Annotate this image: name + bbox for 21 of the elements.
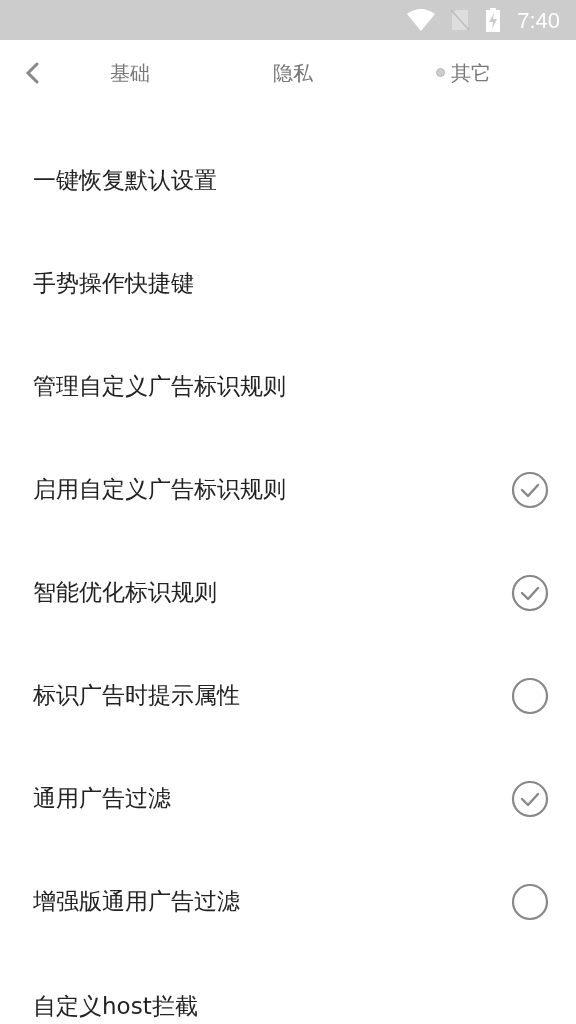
setting-label[interactable]: 增强版通用广告过滤 <box>33 884 240 919</box>
setting-label[interactable]: 标识广告时提示属性 <box>33 678 240 713</box>
setting-label[interactable]: 管理自定义广告标识规则 <box>33 369 286 404</box>
setting-label[interactable]: 通用广告过滤 <box>33 781 171 816</box>
checkbox[interactable] <box>511 470 549 509</box>
setting-label[interactable]: 一键恢复默认设置 <box>33 163 217 198</box>
setting-label[interactable]: 自定义host拦截 <box>33 989 198 1024</box>
checkbox[interactable] <box>511 676 549 715</box>
tab[interactable]: 基础 <box>103 57 156 88</box>
checkbox[interactable] <box>511 779 549 818</box>
checkbox[interactable] <box>511 882 549 921</box>
setting-label[interactable]: 智能优化标识规则 <box>33 575 217 610</box>
tab[interactable]: 隐私 <box>266 57 319 88</box>
tab[interactable]: 其它 <box>429 57 497 88</box>
battery-charging-icon <box>485 8 502 32</box>
setting-label[interactable]: 启用自定义广告标识规则 <box>33 472 286 507</box>
setting-label[interactable]: 手势操作快捷键 <box>33 266 194 301</box>
back-icon[interactable] <box>24 60 40 85</box>
no-sim-icon <box>451 9 470 31</box>
wifi-icon <box>407 9 436 31</box>
checkbox[interactable] <box>511 573 549 612</box>
